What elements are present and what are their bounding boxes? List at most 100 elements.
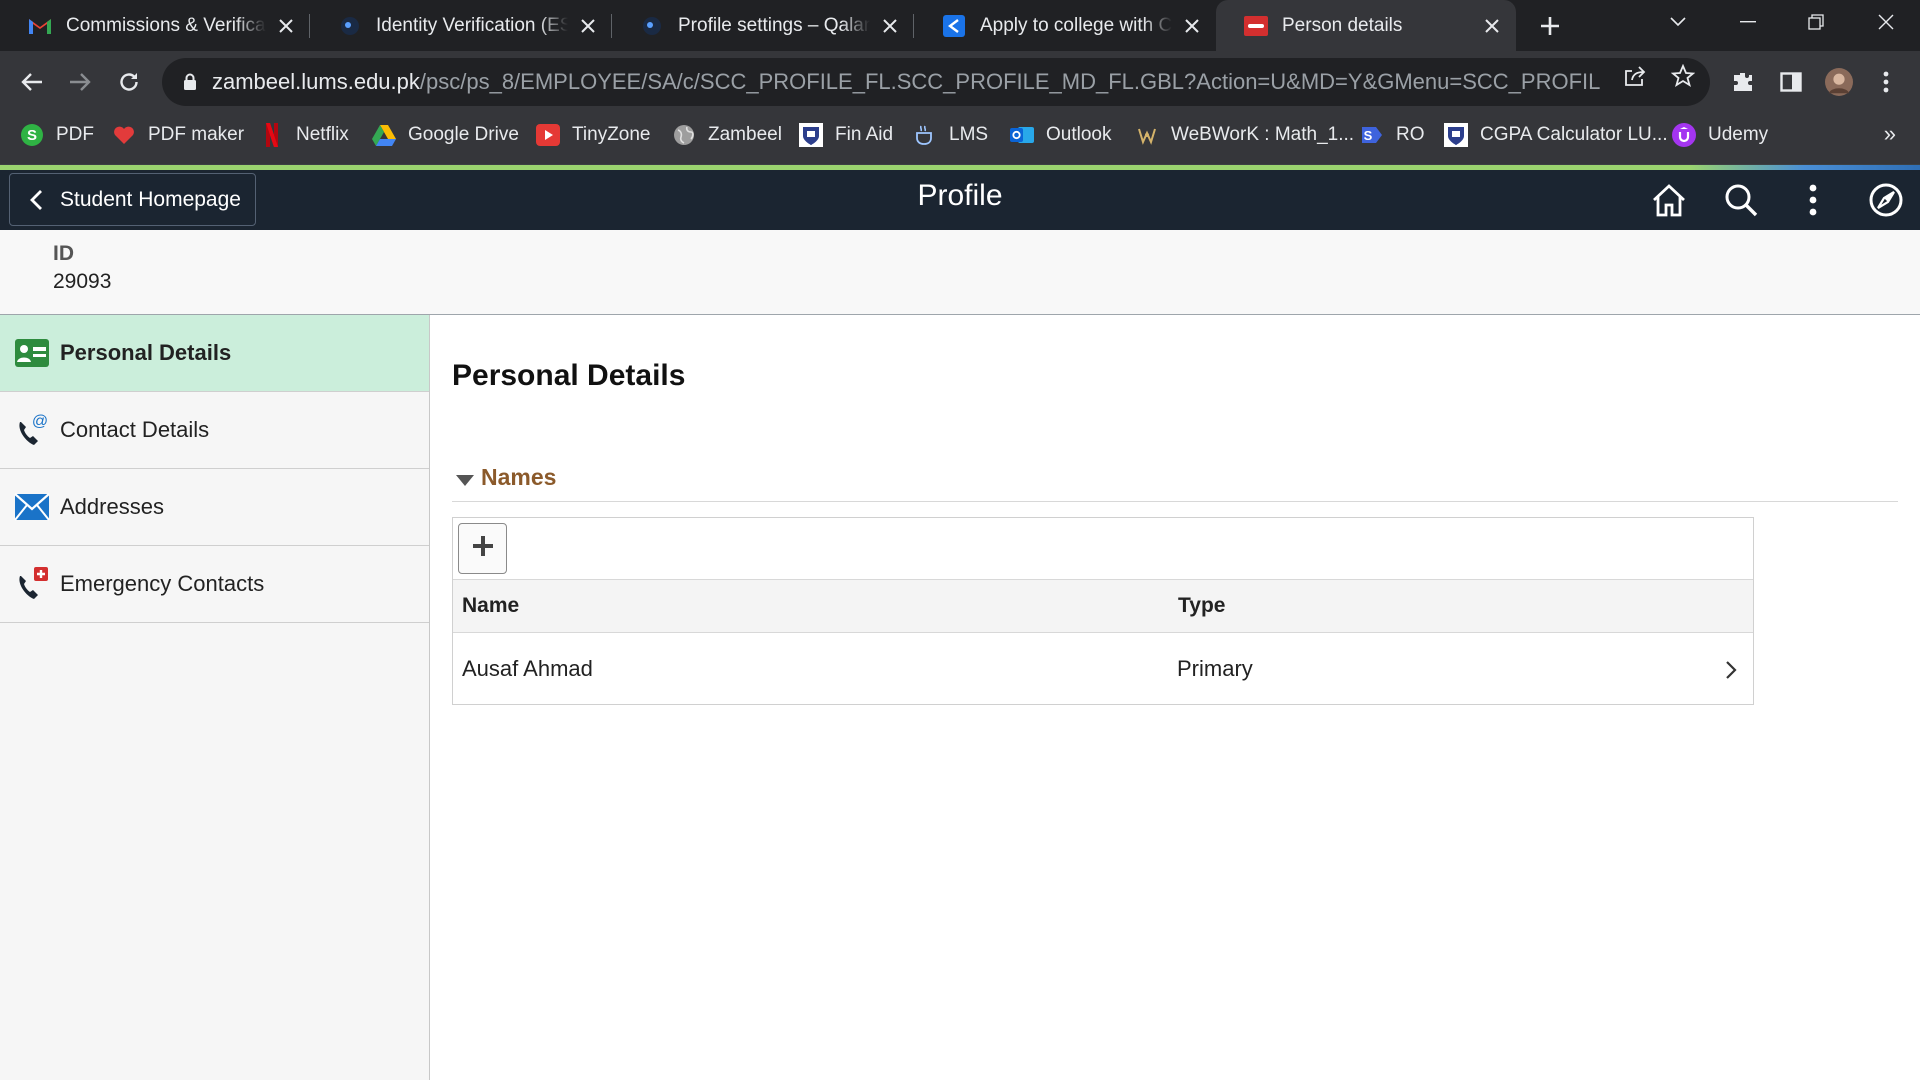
share-icon[interactable] xyxy=(1622,63,1648,89)
commonapp-icon xyxy=(942,14,966,38)
browser-tab-person-details[interactable]: Person details xyxy=(1216,0,1516,51)
heart-icon xyxy=(112,123,136,147)
tab-search-icon[interactable] xyxy=(1650,0,1706,44)
window-close-icon[interactable] xyxy=(1858,0,1914,44)
crest-icon xyxy=(799,123,823,147)
browser-tab-commissions[interactable]: Commissions & Verificatio xyxy=(0,0,310,51)
restore-icon[interactable] xyxy=(1788,0,1844,44)
row-name: Ausaf Ahmad xyxy=(462,655,593,681)
menu-kebab-icon[interactable] xyxy=(1872,68,1900,96)
app-banner: Student Homepage Profile xyxy=(0,170,1920,230)
sidebar-item-contact-details[interactable]: @ Contact Details xyxy=(0,392,429,469)
id-value: 29093 xyxy=(53,270,112,293)
id-label: ID xyxy=(53,242,74,265)
cup-icon xyxy=(913,123,937,147)
close-icon[interactable] xyxy=(576,14,600,38)
address-bar[interactable]: zambeel.lums.edu.pk/psc/ps_8/EMPLOYEE/SA… xyxy=(162,58,1710,106)
caret-down-icon xyxy=(455,474,475,488)
forward-arrow-icon[interactable] xyxy=(62,64,98,100)
drive-icon xyxy=(372,123,396,147)
bookmark-fin-aid[interactable]: Fin Aid xyxy=(799,113,893,157)
browser-tab-commonapp[interactable]: Apply to college with Con xyxy=(914,0,1216,51)
search-icon[interactable] xyxy=(1721,180,1761,220)
bookmark-webwork[interactable]: WeBWorK : Math_1... xyxy=(1135,113,1354,157)
grid-toolbar xyxy=(453,518,1753,580)
row-type: Primary xyxy=(1177,655,1253,681)
close-icon[interactable] xyxy=(1480,14,1504,38)
pdf-s-icon: S xyxy=(20,123,44,147)
tab-title: Person details xyxy=(1282,14,1403,36)
student-id-bar: ID 29093 xyxy=(0,230,1920,315)
student-homepage-button[interactable]: Student Homepage xyxy=(9,173,256,226)
side-panel-icon[interactable] xyxy=(1777,68,1805,96)
sidebar-item-label: Emergency Contacts xyxy=(60,571,265,596)
crest-icon xyxy=(1444,123,1468,147)
sidebar-item-personal-details[interactable]: Personal Details xyxy=(0,315,429,392)
sidebar-item-label: Personal Details xyxy=(60,340,232,365)
avatar[interactable] xyxy=(1825,68,1853,96)
phone-emergency-icon xyxy=(14,566,50,602)
extensions-icon[interactable] xyxy=(1729,68,1757,96)
close-icon[interactable] xyxy=(274,14,298,38)
bookmark-tinyzone[interactable]: TinyZone xyxy=(536,113,651,157)
sidebar-item-addresses[interactable]: Addresses xyxy=(0,469,429,546)
minimize-icon[interactable] xyxy=(1720,0,1776,44)
new-tab-button[interactable] xyxy=(1536,12,1564,40)
chevron-right-icon xyxy=(1723,657,1739,683)
outlook-icon xyxy=(1010,123,1034,147)
main-content: Personal Details Names Name Type Ausaf A… xyxy=(452,315,1902,1080)
navbar-compass-icon[interactable] xyxy=(1866,180,1906,220)
url-text: zambeel.lums.edu.pk/psc/ps_8/EMPLOYEE/SA… xyxy=(212,69,1602,94)
profile-sidebar: Personal Details @ Contact Details Addre… xyxy=(0,315,430,1080)
sidebar-item-label: Addresses xyxy=(60,494,164,519)
reload-icon[interactable] xyxy=(111,64,147,100)
sidebar-item-label: Contact Details xyxy=(60,417,210,442)
column-header-type: Type xyxy=(1178,594,1226,617)
names-group-header[interactable]: Names xyxy=(452,460,1898,502)
bookmark-ro[interactable]: S RO xyxy=(1360,113,1425,157)
bookmark-pdf[interactable]: S PDF xyxy=(20,113,94,157)
bookmark-star-icon[interactable] xyxy=(1670,63,1696,89)
svg-text:S: S xyxy=(1364,128,1373,143)
play-icon xyxy=(536,123,560,147)
grid-header-row: Name Type xyxy=(453,580,1753,633)
bookmarks-overflow-button[interactable]: » xyxy=(1884,121,1896,147)
close-icon[interactable] xyxy=(1180,14,1204,38)
page-title: Profile xyxy=(917,179,1003,212)
actions-menu-icon[interactable] xyxy=(1793,180,1833,220)
browser-tab-profile-settings[interactable]: Profile settings – Qalam C xyxy=(612,0,914,51)
tab-title: Profile settings – Qalam C xyxy=(678,14,870,36)
bookmark-netflix[interactable]: Netflix xyxy=(260,113,349,157)
blue-dot-icon xyxy=(640,14,664,38)
bookmark-zambeel[interactable]: Zambeel xyxy=(672,113,782,157)
back-arrow-icon[interactable] xyxy=(14,64,50,100)
table-row[interactable]: Ausaf Ahmad Primary xyxy=(453,633,1753,704)
tab-title: Commissions & Verificatio xyxy=(66,14,266,36)
web-page: Student Homepage Profile ID 29093 Person… xyxy=(0,165,1920,1080)
envelope-icon xyxy=(14,489,50,525)
webwork-icon xyxy=(1135,123,1159,147)
bookmarks-bar: S PDF PDF maker Netflix Google Drive Tiny… xyxy=(0,113,1920,165)
add-row-button[interactable] xyxy=(458,523,507,574)
bookmark-outlook[interactable]: Outlook xyxy=(1010,113,1111,157)
oracle-icon xyxy=(1244,14,1268,38)
chevron-left-icon xyxy=(26,188,46,212)
home-icon[interactable] xyxy=(1649,180,1689,220)
sidebar-item-emergency-contacts[interactable]: Emergency Contacts xyxy=(0,546,429,623)
svg-text:S: S xyxy=(27,127,37,144)
id-card-icon xyxy=(14,335,50,371)
svg-text:@: @ xyxy=(32,413,48,430)
udemy-icon xyxy=(1672,123,1696,147)
bookmark-lms[interactable]: LMS xyxy=(913,113,988,157)
bookmark-udemy[interactable]: Udemy xyxy=(1672,113,1768,157)
browser-tab-strip: Commissions & Verificatio Identity Verif… xyxy=(0,0,1920,51)
browser-tab-identity[interactable]: Identity Verification (ESSE xyxy=(310,0,612,51)
tab-title: Apply to college with Con xyxy=(980,14,1172,36)
gmail-icon xyxy=(28,14,52,38)
close-icon[interactable] xyxy=(878,14,902,38)
bookmark-google-drive[interactable]: Google Drive xyxy=(372,113,519,157)
bookmark-pdf-maker[interactable]: PDF maker xyxy=(112,113,244,157)
column-header-name: Name xyxy=(462,594,520,617)
lock-icon[interactable] xyxy=(180,72,200,92)
bookmark-cgpa-calculator[interactable]: CGPA Calculator LU... xyxy=(1444,113,1668,157)
